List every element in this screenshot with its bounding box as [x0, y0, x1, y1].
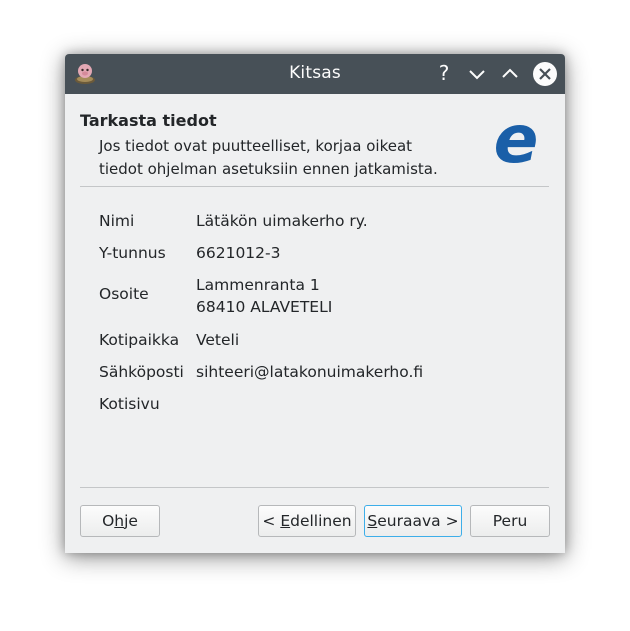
description-line: tiedot ohjelman asetuksiin ennen jatkami… [99, 160, 438, 178]
button-text: dellinen [290, 512, 352, 530]
button-text: O [102, 512, 115, 530]
window-title: Kitsas [289, 63, 341, 83]
email-label: Sähköposti [99, 363, 184, 381]
kotipaikka-label: Kotipaikka [99, 331, 180, 349]
maximize-icon[interactable] [499, 63, 521, 85]
address-line: Lammenranta 1 [196, 276, 320, 294]
page-description: Jos tiedot ovat puutteelliset, korjaa oi… [99, 135, 479, 181]
button-mnemonic: E [280, 512, 291, 530]
button-text: euraava > [377, 512, 459, 530]
ytunnus-label: Y-tunnus [99, 244, 166, 262]
cancel-button[interactable]: Peru [470, 505, 550, 537]
help-icon[interactable]: ? [433, 62, 455, 84]
close-icon[interactable] [533, 62, 557, 86]
back-button[interactable]: < Edellinen [258, 505, 356, 537]
dialog-window: Kitsas ? Tarkasta tiedot Jos tiedot ovat… [65, 54, 565, 553]
button-mnemonic: S [367, 512, 378, 530]
kotipaikka-value: Veteli [196, 331, 240, 349]
button-text: < [262, 512, 281, 530]
help-button[interactable]: Ohje [80, 505, 160, 537]
address-label: Osoite [99, 285, 149, 303]
website-label: Kotisivu [99, 395, 160, 413]
minimize-icon[interactable] [466, 63, 488, 85]
button-mnemonic: h [114, 512, 125, 530]
description-line: Jos tiedot ovat puutteelliset, korjaa oi… [99, 137, 413, 155]
kitsas-logo-icon: e [494, 110, 539, 176]
svg-text:e: e [494, 110, 539, 176]
next-button[interactable]: Seuraava > [364, 505, 462, 537]
page-title: Tarkasta tiedot [80, 111, 217, 130]
name-value: Lätäkön uimakerho ry. [196, 212, 368, 230]
footer-divider [80, 487, 549, 488]
address-value: Lammenranta 1 68410 ALAVETELI [196, 274, 332, 318]
email-value: sihteeri@latakonuimakerho.fi [196, 363, 424, 381]
name-label: Nimi [99, 212, 135, 230]
ytunnus-value: 6621012-3 [196, 244, 281, 262]
title-bar[interactable]: Kitsas ? [65, 54, 565, 94]
button-text: je [124, 512, 138, 530]
header-divider [80, 186, 549, 187]
address-line: 68410 ALAVETELI [196, 298, 333, 316]
